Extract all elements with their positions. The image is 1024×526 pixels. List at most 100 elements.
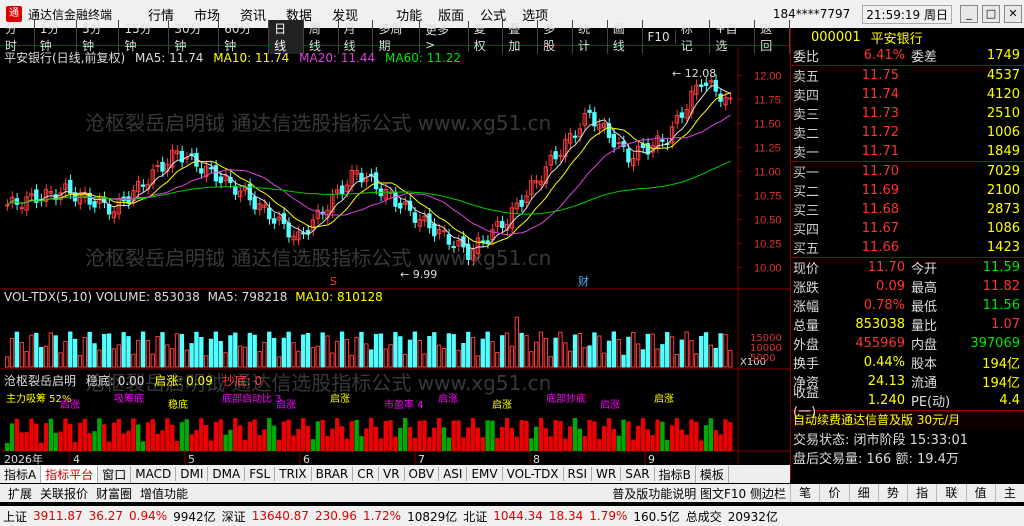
kline-chart-svg[interactable]: 12.00 11.75 11.50 11.25 11.00 10.75 10.50 10.25… [0,47,790,466]
bid-volume: 2100 [986,183,1020,198]
stat-label: 现价 [793,262,820,277]
trade-tab[interactable]: 指 [907,484,936,502]
candle-body [519,199,524,207]
extension-tab[interactable]: 扩展 [4,485,36,502]
indicator-tab[interactable]: TRIX [275,467,312,481]
ask-volume: 4537 [986,68,1020,83]
bid-row[interactable]: 买五 11.66 1423 [791,238,1024,257]
indicator-tab[interactable]: ASI [439,467,468,481]
extension-right-links[interactable]: 普及版功能说明 图文F10 侧边栏 [608,485,790,502]
indicator-tab[interactable]: EMV [467,467,503,481]
indicator-bar [335,418,340,451]
maximize-icon[interactable]: □ [982,5,1000,23]
indicator-bar [349,421,354,451]
volume-bar [111,348,117,368]
indicator-bar [480,437,485,451]
trade-tab[interactable]: 价 [819,484,848,502]
indicator-bar [699,440,704,451]
volume-bar [456,349,461,368]
main-legend: 平安银行(日线,前复权) MA5: 11.74 MA10: 11.74 MA20… [4,49,461,66]
status-item: 北证 [463,509,488,524]
trade-tab[interactable]: 值 [965,484,995,502]
indicator-bar [640,418,646,451]
indicator-bar [582,435,587,451]
indicator-tab[interactable]: VR [379,467,405,481]
candle-body [388,191,393,194]
stock-name[interactable]: 平安银行 [871,28,923,47]
indicator-annotation: 启涨 [276,398,296,411]
trade-tab[interactable]: 联 [936,484,965,502]
indicator-tab[interactable]: CR [353,467,379,481]
indicator-bar [131,418,136,451]
stat-value: 1.240 [867,393,905,408]
extension-tab[interactable]: 增值功能 [136,485,192,502]
stat-label: 流通 [911,376,938,391]
price-tick-label: 11.75 [754,94,781,106]
indicator-bar [572,418,578,451]
kline-chart-area[interactable]: 12.00 11.75 11.50 11.25 11.00 10.75 10.50 10.25… [0,47,790,466]
indicator-bar [645,429,650,451]
bid-row[interactable]: 买二 11.69 2100 [791,181,1024,200]
trade-detail-tabs: 笔价细势指联值主 [790,484,1024,502]
indicator-tab[interactable]: DMI [176,467,209,481]
indicator-bar [111,422,117,451]
indicator-tab[interactable]: DMA [208,467,246,481]
indicator-bar [116,418,121,451]
trade-tab[interactable]: 主 [994,484,1024,502]
indicator-bar [427,437,432,451]
toolbar-button[interactable]: F10 [643,29,676,44]
indicator-bar [19,432,24,451]
volume-bar [291,342,296,368]
indicator-bar [417,420,422,451]
trade-tab[interactable]: 细 [848,484,878,502]
candle-body [5,204,10,207]
extension-tab[interactable]: 关联报价 [36,485,92,502]
ad-banner[interactable]: 自动续费通达信普及版 30元/月 [791,411,1024,429]
extension-tab[interactable]: 财富圈 [92,485,136,502]
minimize-icon[interactable]: _ [960,5,978,23]
ask-row[interactable]: 卖四 11.74 4120 [791,85,1024,104]
bid-row[interactable]: 买一 11.70 7029 [791,162,1024,181]
candle-body [208,167,214,170]
indicator-bar [281,421,286,451]
ask-row[interactable]: 卖一 11.71 1849 [791,142,1024,161]
ask-row[interactable]: 卖二 11.72 1006 [791,123,1024,142]
indicator-tab[interactable]: WR [592,467,622,481]
trade-tab[interactable]: 笔 [790,484,819,502]
indicator-tab[interactable]: BRAR [312,467,354,481]
bid-row[interactable]: 买三 11.68 2873 [791,200,1024,219]
indicator-tab[interactable]: 模板 [696,465,729,483]
indicator-tab[interactable]: 窗口 [98,465,132,483]
indicator-tab[interactable]: 指标平台 [41,465,99,483]
volume-bar [689,340,694,368]
trade-tab[interactable]: 势 [877,484,907,502]
stock-code[interactable]: 000001 [811,30,861,45]
month-label: 8 [533,453,540,465]
volume-bar [97,349,102,368]
volume-bar [228,335,233,368]
indicator-tab[interactable]: SAR [621,467,655,481]
volume-bar [305,332,311,368]
close-icon[interactable]: ✕ [1004,5,1022,23]
indicator-bar [82,418,88,451]
indicator-tab[interactable]: RSI [564,467,593,481]
ask-row[interactable]: 卖五 11.75 4537 [791,66,1024,85]
indicator-bar [34,423,39,451]
candle-body [339,185,345,195]
indicator-tab[interactable]: MACD [131,467,177,481]
indicator-tab[interactable]: FSL [245,467,276,481]
bid-row[interactable]: 买四 11.67 1086 [791,219,1024,238]
bid-label: 买一 [793,166,820,181]
status-item: 上证 [3,509,28,524]
indicator-tab[interactable]: OBV [405,467,440,481]
bid-label: 买二 [793,185,820,200]
price-tick-label: 11.25 [754,142,781,154]
indicator-bar [538,418,544,451]
volume-bar [694,353,699,368]
indicator-tab[interactable]: 指标B [655,465,696,483]
ask-row[interactable]: 卖三 11.73 2510 [791,104,1024,123]
indicator-tab[interactable]: VOL-TDX [503,467,564,481]
volume-bar [24,350,29,368]
indicator-tab[interactable]: 指标A [0,465,42,483]
candle-body [199,168,204,174]
